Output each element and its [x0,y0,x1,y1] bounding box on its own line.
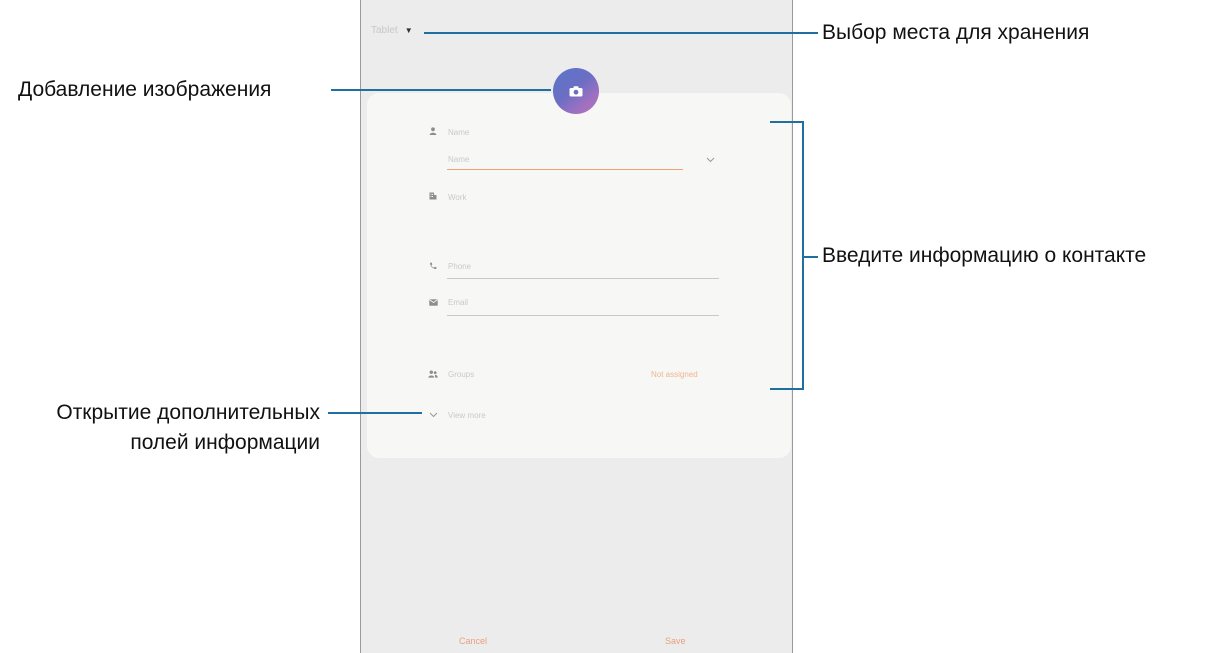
contact-info-leader-line [804,256,818,258]
cancel-button[interactable]: Cancel [459,636,487,646]
email-icon [428,297,438,307]
storage-selector[interactable]: Tablet ▼ [371,25,413,36]
phone-field[interactable]: Phone [448,262,471,271]
contact-info-bracket [770,121,804,390]
add-image-leader-line [331,89,551,91]
more-fields-annotation-line2: полей информации [130,431,320,454]
group-icon [428,369,438,379]
contact-form-card [367,93,791,458]
add-image-button[interactable] [553,68,599,114]
caret-down-icon: ▼ [404,26,413,35]
add-image-annotation: Добавление изображения [18,78,272,101]
phone-screen: Tablet ▼ Name Name Work Phone Email Grou… [360,0,793,653]
name-section-label: Name [448,128,470,137]
organization-field[interactable]: Work [448,193,467,202]
save-button[interactable]: Save [665,636,686,646]
phone-field-underline [447,278,719,279]
phone-icon [428,261,438,271]
groups-value[interactable]: Not assigned [651,370,698,379]
storage-label: Tablet [371,25,398,36]
groups-label[interactable]: Groups [448,370,474,379]
name-field[interactable]: Name [448,155,469,164]
email-field-underline [447,315,719,316]
view-more-button[interactable]: View more [448,411,486,420]
name-field-underline [447,169,683,170]
storage-leader-line [424,32,818,34]
storage-annotation: Выбор места для хранения [822,21,1090,44]
contact-info-annotation: Введите информацию о контакте [822,244,1147,267]
expand-chevron-icon[interactable] [428,410,438,420]
more-fields-leader-line [328,412,422,414]
email-field[interactable]: Email [448,298,468,307]
person-icon [428,126,438,136]
chevron-down-icon[interactable] [705,155,715,165]
camera-icon [569,85,583,96]
building-icon [428,191,438,201]
more-fields-annotation-line1: Открытие дополнительных [56,401,320,424]
